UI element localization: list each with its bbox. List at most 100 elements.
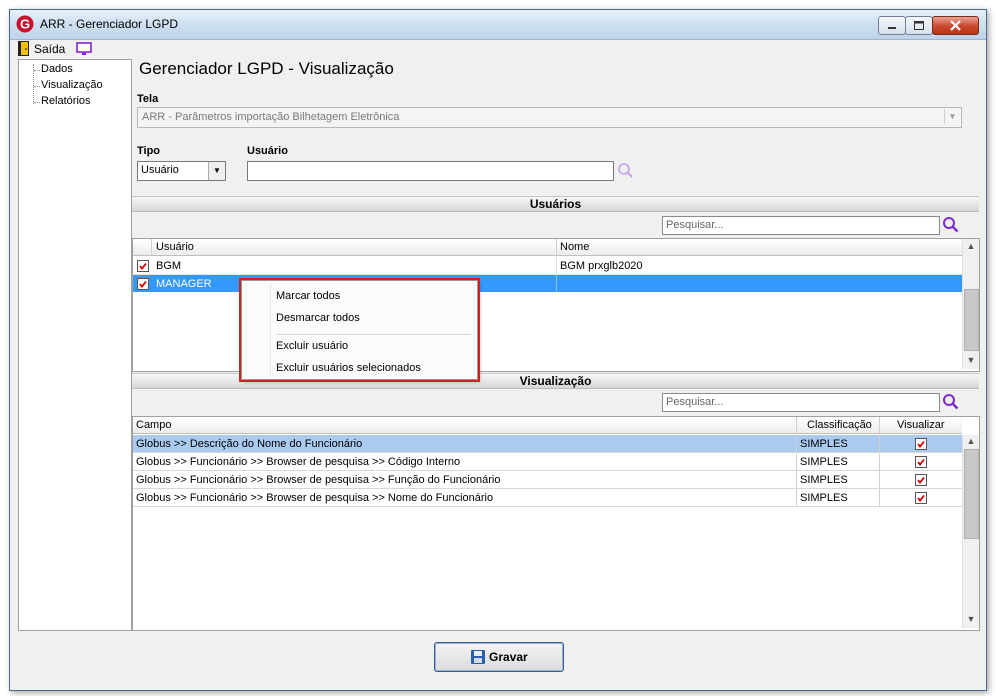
column-divider bbox=[556, 239, 557, 255]
visualizacao-search-input[interactable]: Pesquisar... bbox=[662, 393, 940, 412]
search-icon[interactable] bbox=[942, 216, 960, 234]
close-button[interactable] bbox=[932, 16, 979, 35]
column-divider bbox=[151, 239, 152, 255]
cell-classificacao: SIMPLES bbox=[800, 456, 848, 468]
scroll-up-icon[interactable]: ▲ bbox=[963, 241, 979, 251]
scrollbar-thumb[interactable] bbox=[964, 289, 979, 351]
visualizar-checkbox[interactable] bbox=[915, 474, 927, 486]
tela-label: Tela bbox=[137, 93, 159, 105]
cell-campo: Globus >> Descrição do Nome do Funcionár… bbox=[136, 438, 363, 450]
scrollbar-thumb[interactable] bbox=[964, 449, 979, 539]
context-menu: Marcar todos Desmarcar todos Excluir usu… bbox=[239, 278, 480, 382]
navigation-tree: Dados Visualização Relatórios bbox=[18, 59, 132, 631]
monitor-icon[interactable] bbox=[76, 42, 92, 56]
close-icon bbox=[950, 20, 961, 31]
exit-door-icon bbox=[18, 41, 29, 56]
column-header-nome[interactable]: Nome bbox=[560, 241, 589, 253]
scroll-down-icon[interactable]: ▼ bbox=[963, 614, 979, 624]
usuarios-search-input[interactable]: Pesquisar... bbox=[662, 216, 940, 235]
scroll-down-icon[interactable]: ▼ bbox=[963, 355, 979, 365]
title-bar: G ARR - Gerenciador LGPD bbox=[10, 10, 986, 40]
visualizacao-grid-header: Campo Classificação Visualizar bbox=[133, 417, 962, 434]
cell-classificacao: SIMPLES bbox=[800, 438, 848, 450]
visualizacao-search-placeholder: Pesquisar... bbox=[666, 396, 724, 408]
menu-item-desmarcar-todos[interactable]: Desmarcar todos bbox=[276, 312, 360, 324]
table-row[interactable]: Globus >> Funcionário >> Browser de pesq… bbox=[133, 471, 962, 489]
column-header-visualizar[interactable]: Visualizar bbox=[897, 419, 945, 431]
exit-button[interactable]: Saída bbox=[14, 39, 70, 59]
cell-campo: Globus >> Funcionário >> Browser de pesq… bbox=[136, 456, 461, 468]
page-title: Gerenciador LGPD - Visualização bbox=[139, 59, 394, 78]
tipo-value: Usuário bbox=[141, 164, 179, 176]
maximize-button[interactable] bbox=[905, 16, 933, 35]
cell-classificacao: SIMPLES bbox=[800, 474, 848, 486]
usuarios-section-title: Usuários bbox=[529, 197, 582, 211]
usuario-label: Usuário bbox=[247, 145, 288, 157]
dropdown-arrow-icon: ▼ bbox=[944, 109, 960, 124]
table-row[interactable]: BGM BGM prxglb2020 bbox=[133, 257, 962, 275]
row-checkbox[interactable] bbox=[137, 260, 149, 272]
main-window: G ARR - Gerenciador LGPD Saída Dados Vis… bbox=[9, 9, 987, 691]
floppy-disk-icon bbox=[471, 650, 485, 664]
column-divider bbox=[879, 435, 880, 452]
column-divider bbox=[796, 417, 797, 433]
menu-gutter bbox=[270, 283, 271, 377]
column-divider bbox=[879, 453, 880, 470]
tree-item-relatorios[interactable]: Relatórios bbox=[41, 95, 91, 107]
checkmark-icon bbox=[917, 440, 925, 448]
column-header-usuario[interactable]: Usuário bbox=[156, 241, 194, 253]
checkmark-icon bbox=[917, 494, 925, 502]
search-icon[interactable] bbox=[942, 393, 960, 411]
visualizar-checkbox[interactable] bbox=[915, 438, 927, 450]
tree-connector bbox=[34, 70, 40, 71]
table-row[interactable]: Globus >> Funcionário >> Browser de pesq… bbox=[133, 489, 962, 507]
menu-separator bbox=[276, 334, 471, 335]
cell-usuario: BGM bbox=[156, 260, 182, 272]
column-divider bbox=[796, 435, 797, 452]
minimize-button[interactable] bbox=[878, 16, 906, 35]
column-divider bbox=[796, 471, 797, 488]
usuario-input[interactable] bbox=[247, 161, 614, 181]
column-divider bbox=[556, 275, 557, 292]
tree-item-visualizacao[interactable]: Visualização bbox=[41, 79, 103, 91]
checkmark-icon bbox=[917, 476, 925, 484]
usuarios-grid-header: Usuário Nome bbox=[133, 239, 962, 256]
toolbar: Saída bbox=[10, 39, 986, 59]
usuarios-scrollbar[interactable]: ▲ ▼ bbox=[962, 239, 979, 369]
row-checkbox[interactable] bbox=[137, 278, 149, 290]
table-row[interactable]: Globus >> Descrição do Nome do Funcionár… bbox=[133, 435, 962, 453]
visualizar-checkbox[interactable] bbox=[915, 456, 927, 468]
column-divider bbox=[879, 489, 880, 506]
search-icon[interactable] bbox=[617, 162, 635, 180]
cell-usuario: MANAGER bbox=[156, 278, 212, 290]
tela-select[interactable]: ARR - Parâmetros importação Bilhetagem E… bbox=[137, 107, 962, 128]
save-button[interactable]: Gravar bbox=[434, 642, 564, 672]
tipo-label: Tipo bbox=[137, 145, 161, 157]
checkmark-icon bbox=[139, 262, 147, 270]
column-header-campo[interactable]: Campo bbox=[136, 419, 171, 431]
scroll-up-icon[interactable]: ▲ bbox=[963, 436, 979, 446]
cell-campo: Globus >> Funcionário >> Browser de pesq… bbox=[136, 474, 501, 486]
visualizacao-scrollbar[interactable]: ▲ ▼ bbox=[962, 435, 979, 628]
column-header-classificacao[interactable]: Classificação bbox=[807, 419, 872, 431]
usuarios-section-header: Usuários bbox=[132, 196, 979, 212]
column-divider bbox=[796, 489, 797, 506]
column-divider bbox=[879, 471, 880, 488]
visualizacao-section-title: Visualização bbox=[519, 374, 592, 388]
save-button-label: Gravar bbox=[489, 650, 528, 664]
usuarios-search-placeholder: Pesquisar... bbox=[666, 219, 724, 231]
tela-value: ARR - Parâmetros importação Bilhetagem E… bbox=[142, 111, 400, 123]
column-divider bbox=[879, 417, 880, 433]
menu-item-excluir-usuario[interactable]: Excluir usuário bbox=[276, 340, 348, 352]
tree-item-dados[interactable]: Dados bbox=[41, 63, 73, 75]
maximize-icon bbox=[914, 21, 924, 30]
checkmark-icon bbox=[917, 458, 925, 466]
cell-campo: Globus >> Funcionário >> Browser de pesq… bbox=[136, 492, 494, 504]
menu-item-excluir-selecionados[interactable]: Excluir usuários selecionados bbox=[276, 362, 421, 374]
visualizar-checkbox[interactable] bbox=[915, 492, 927, 504]
menu-item-marcar-todos[interactable]: Marcar todos bbox=[276, 290, 340, 302]
tipo-select[interactable]: Usuário ▼ bbox=[137, 161, 226, 181]
table-row[interactable]: Globus >> Funcionário >> Browser de pesq… bbox=[133, 453, 962, 471]
cell-nome: BGM prxglb2020 bbox=[560, 260, 643, 272]
column-divider bbox=[556, 257, 557, 274]
